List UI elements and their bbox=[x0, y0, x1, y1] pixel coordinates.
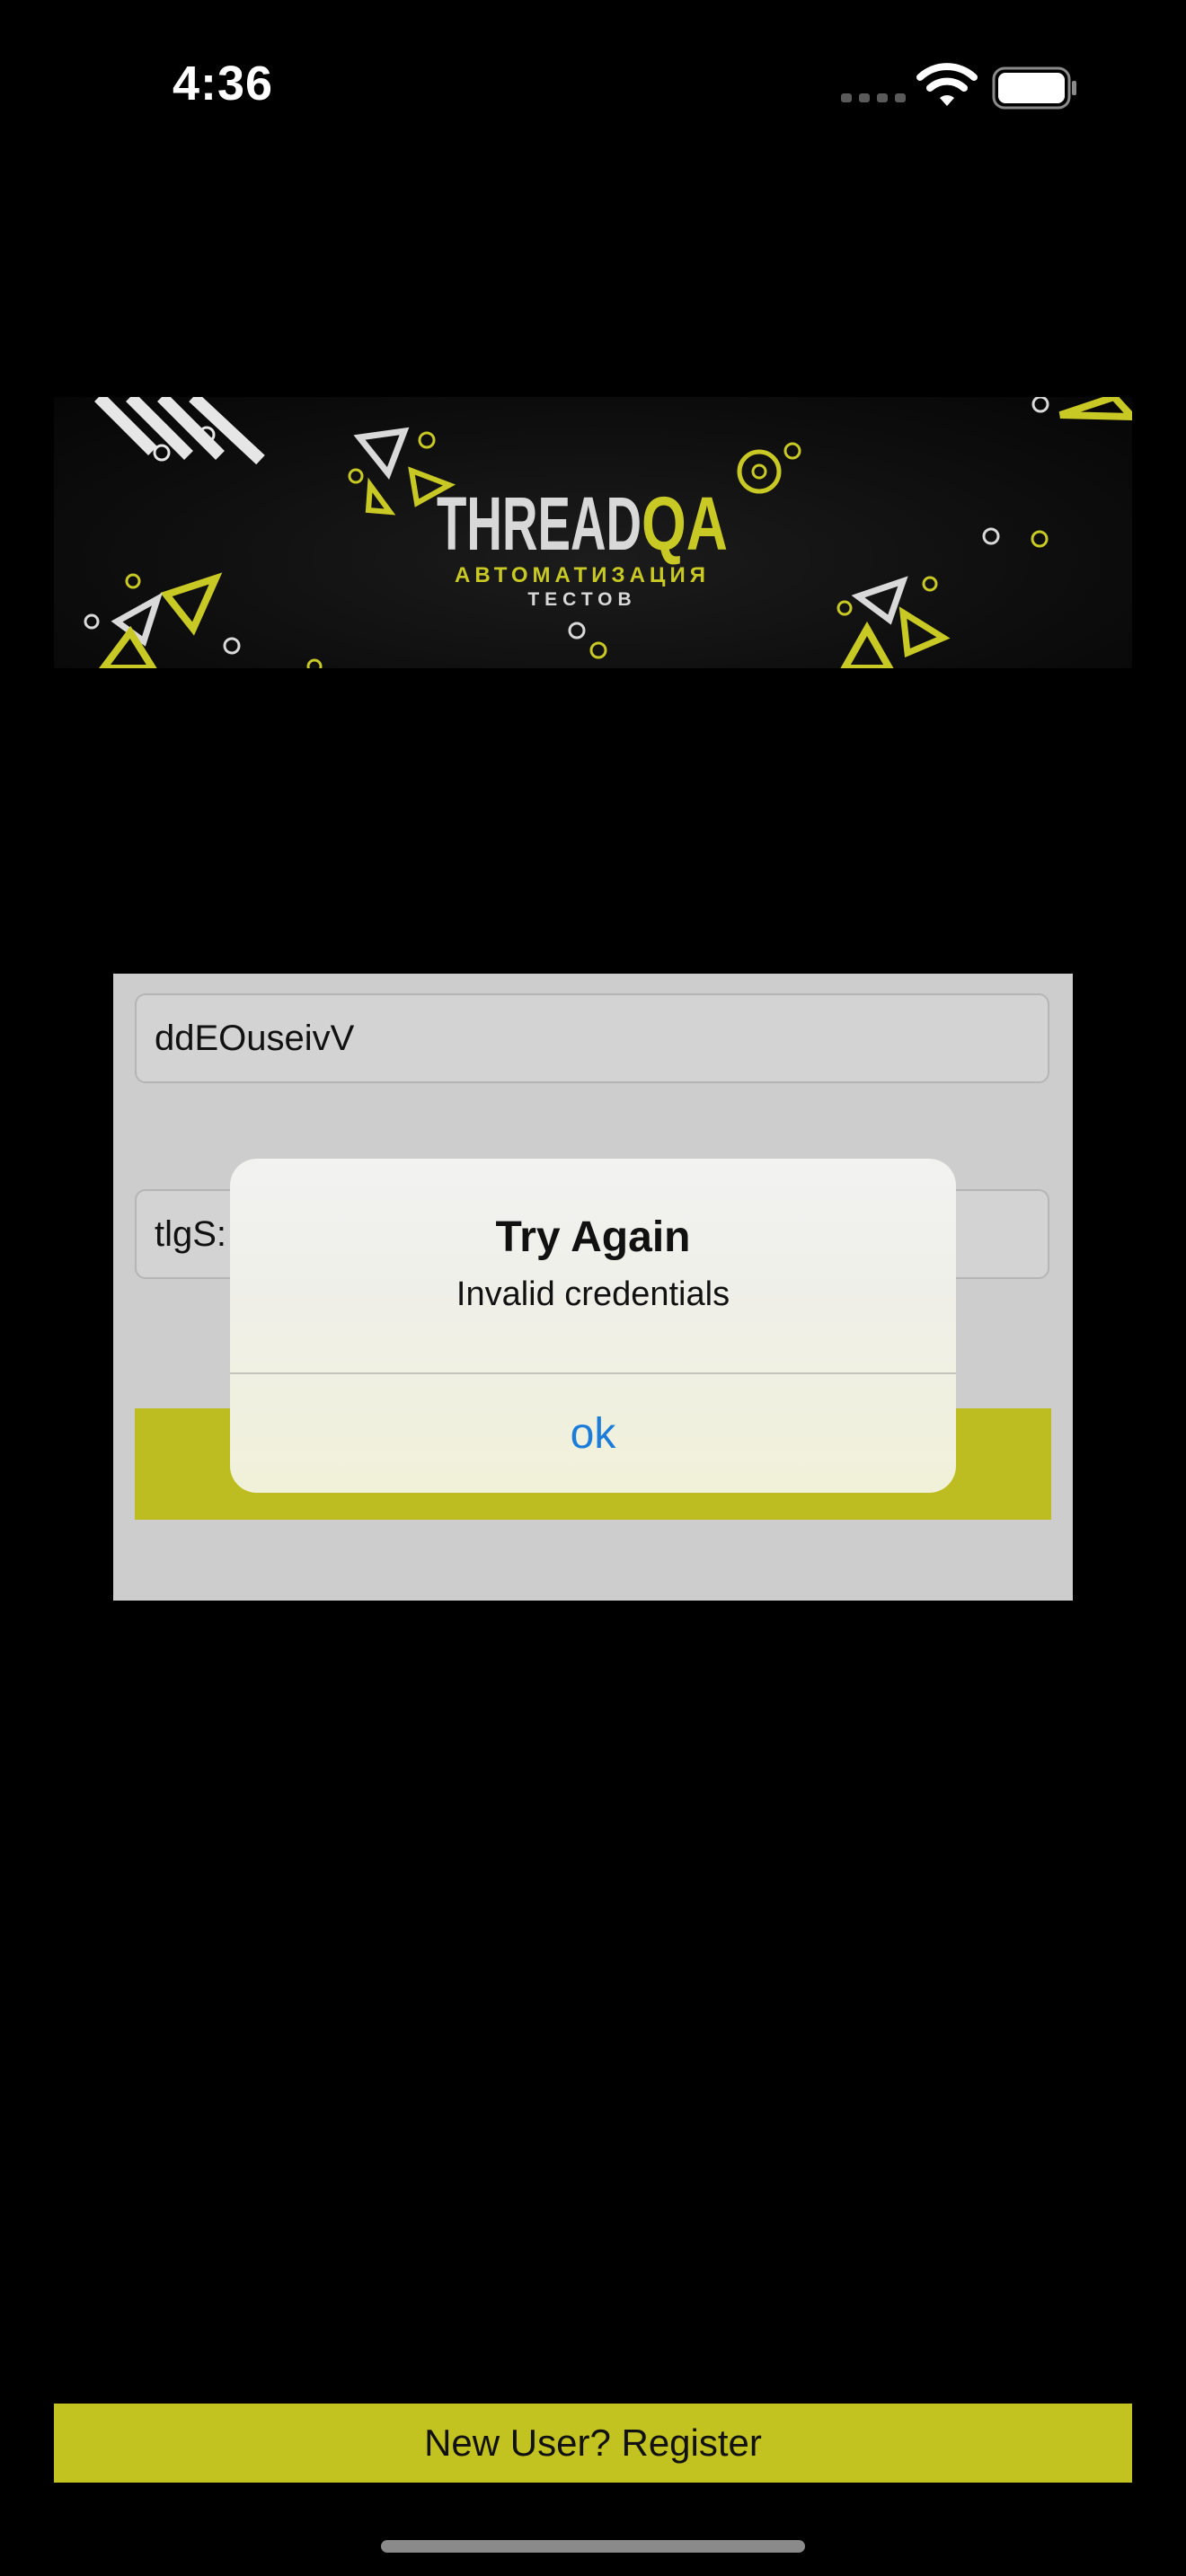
status-time: 4:36 bbox=[173, 57, 274, 110]
username-field[interactable]: ddEOuseivV bbox=[135, 993, 1049, 1083]
signal-icon bbox=[841, 93, 906, 102]
wifi-icon bbox=[916, 63, 978, 106]
battery-icon bbox=[992, 66, 1076, 110]
alert-title: Try Again bbox=[495, 1213, 691, 1261]
brand-tagline-line2: ТЕСТОВ bbox=[527, 589, 636, 610]
brand-qa: QA bbox=[642, 481, 728, 566]
brand-thread: THREAD bbox=[437, 481, 642, 566]
threadqa-banner: THREAD QA АВТОМАТИЗАЦИЯ ТЕСТОВ bbox=[54, 397, 1132, 668]
home-indicator[interactable] bbox=[381, 2540, 805, 2553]
brand-tagline-line1: АВТОМАТИЗАЦИЯ bbox=[455, 563, 710, 587]
banner-decoration: THREAD QA АВТОМАТИЗАЦИЯ ТЕСТОВ bbox=[84, 397, 1132, 668]
alert-message: Invalid credentials bbox=[456, 1275, 730, 1313]
register-button[interactable]: New User? Register bbox=[54, 2404, 1132, 2483]
alert-dialog: Try Again Invalid credentials ok bbox=[230, 1159, 956, 1493]
alert-ok-button[interactable]: ok bbox=[230, 1374, 956, 1493]
